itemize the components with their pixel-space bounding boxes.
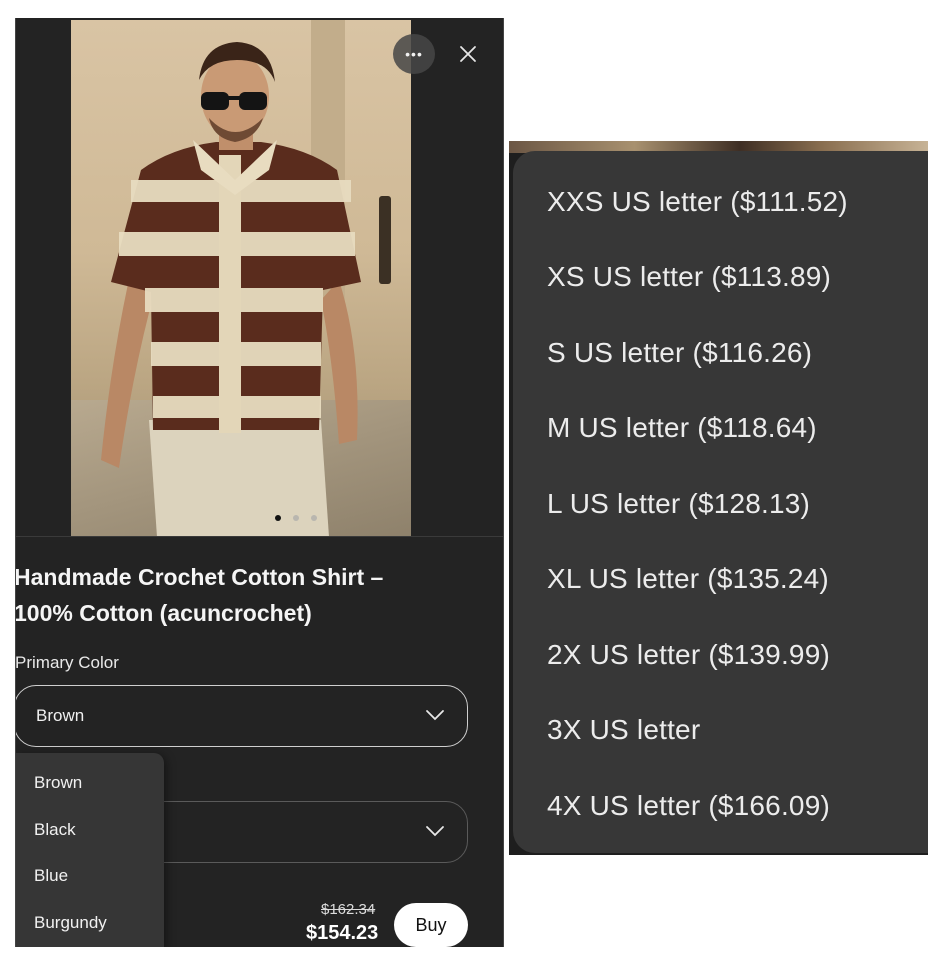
- ellipsis-icon: •••: [405, 46, 423, 62]
- pagination-dot-3[interactable]: [311, 515, 317, 521]
- divider: [16, 536, 503, 537]
- product-title-line-2: 100% Cotton (acuncrochet): [15, 600, 312, 626]
- more-options-button[interactable]: •••: [393, 34, 435, 74]
- color-option-blue[interactable]: Blue: [34, 866, 68, 886]
- size-option-m[interactable]: M US letter ($118.64): [547, 412, 817, 444]
- primary-color-label: Primary Color: [15, 653, 119, 672]
- size-option-4x[interactable]: 4X US letter ($166.09): [547, 790, 830, 822]
- size-option-xxs[interactable]: XXS US letter ($111.52): [547, 186, 848, 218]
- product-model-illustration: [101, 42, 361, 537]
- size-option-xl[interactable]: XL US letter ($135.24): [547, 563, 829, 595]
- color-option-brown[interactable]: Brown: [34, 773, 82, 793]
- primary-color-value: Brown: [36, 706, 85, 725]
- chevron-down-icon: [426, 826, 444, 837]
- pagination-dot-2[interactable]: [293, 515, 299, 521]
- size-option-l[interactable]: L US letter ($128.13): [547, 488, 810, 520]
- product-title: Handmade Crochet Cotton Shirt – 100% Cot…: [15, 559, 474, 631]
- buy-button[interactable]: Buy: [394, 903, 468, 947]
- size-menu-panel: XXS US letter ($111.52) XS US letter ($1…: [509, 141, 928, 855]
- product-title-line-1: Handmade Crochet Cotton Shirt –: [15, 564, 384, 590]
- color-option-burgundy[interactable]: Burgundy: [34, 913, 107, 933]
- color-dropdown-menu: Brown Black Blue Burgundy: [16, 753, 164, 947]
- product-panel: ••• Handmade Crochet Cotton Shirt – 100%…: [15, 18, 504, 947]
- pagination-dot-1[interactable]: [275, 515, 281, 521]
- size-option-xs[interactable]: XS US letter ($113.89): [547, 261, 831, 293]
- size-option-s[interactable]: S US letter ($116.26): [547, 337, 812, 369]
- size-option-2x[interactable]: 2X US letter ($139.99): [547, 639, 830, 671]
- chevron-down-icon: [426, 710, 444, 721]
- image-pagination[interactable]: [275, 515, 317, 521]
- color-option-black[interactable]: Black: [34, 820, 76, 840]
- product-image[interactable]: [71, 20, 411, 537]
- size-dropdown-menu: XXS US letter ($111.52) XS US letter ($1…: [513, 151, 928, 853]
- current-price: $154.23: [306, 922, 379, 944]
- close-icon: [460, 46, 476, 62]
- size-option-3x[interactable]: 3X US letter: [547, 714, 700, 746]
- original-price: $162.34: [321, 901, 376, 918]
- close-button[interactable]: [452, 36, 484, 72]
- primary-color-select[interactable]: Brown: [16, 685, 468, 747]
